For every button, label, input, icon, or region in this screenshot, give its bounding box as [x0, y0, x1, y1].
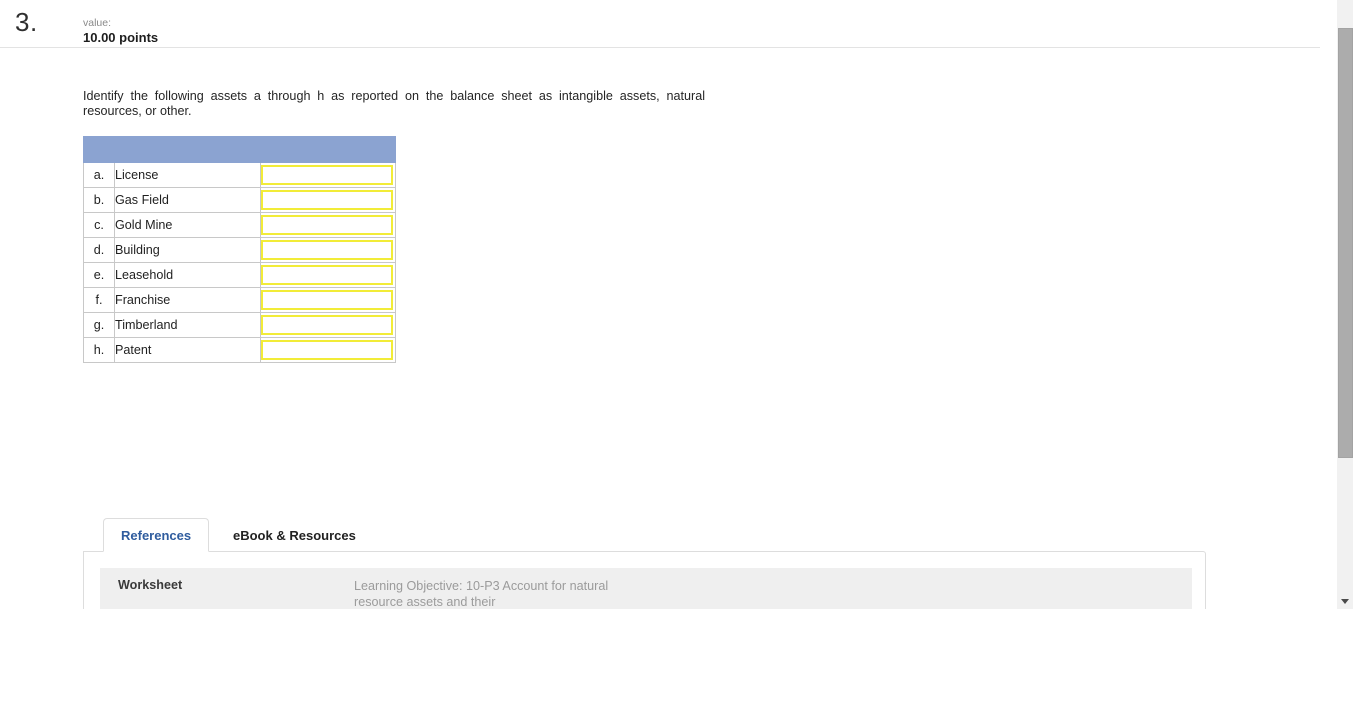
tab-references[interactable]: References — [103, 518, 210, 552]
row-answer-cell — [260, 312, 396, 338]
header-cell-answer — [260, 136, 396, 163]
table-row: e. Leasehold — [83, 262, 396, 288]
row-asset-name: Patent — [114, 337, 261, 363]
row-answer-cell — [260, 187, 396, 213]
answer-input-f[interactable] — [261, 290, 393, 310]
table-row: h. Patent — [83, 337, 396, 363]
question-number: 3. — [15, 7, 38, 37]
row-answer-cell — [260, 237, 396, 263]
answer-input-g[interactable] — [261, 315, 393, 335]
table-row: b. Gas Field — [83, 187, 396, 213]
page-right-edge — [1353, 0, 1366, 609]
row-answer-cell — [260, 262, 396, 288]
scrollable-viewport: 3. value: 10.00 points Identify the foll… — [0, 0, 1336, 609]
vertical-scrollbar[interactable] — [1336, 0, 1354, 609]
table-header-row — [83, 136, 396, 163]
table-row: d. Building — [83, 237, 396, 263]
chevron-down-icon — [1341, 599, 1349, 604]
answer-input-c[interactable] — [261, 215, 393, 235]
answer-input-d[interactable] — [261, 240, 393, 260]
answer-input-a[interactable] — [261, 165, 393, 185]
row-asset-name: Gas Field — [114, 187, 261, 213]
row-letter: d. — [83, 237, 115, 263]
question-prompt: Identify the following assets a through … — [83, 89, 705, 118]
tab-bar: References eBook & Resources — [103, 518, 1206, 552]
question-page: 3. value: 10.00 points Identify the foll… — [0, 0, 1366, 728]
row-letter: a. — [83, 162, 115, 188]
row-letter: e. — [83, 262, 115, 288]
row-asset-name: License — [114, 162, 261, 188]
row-letter: h. — [83, 337, 115, 363]
row-asset-name: Leasehold — [114, 262, 261, 288]
header-cell-letter — [83, 136, 115, 163]
worksheet-learning-objective: Learning Objective: 10-P3 Account for na… — [354, 579, 609, 609]
tab-ebook-and-resources[interactable]: eBook & Resources — [215, 518, 374, 552]
answer-table: a. License b. Gas Field c. Gold Mine d. … — [83, 136, 396, 363]
scroll-down-button[interactable] — [1337, 592, 1354, 609]
row-letter: f. — [83, 287, 115, 313]
answer-input-b[interactable] — [261, 190, 393, 210]
answer-input-h[interactable] — [261, 340, 393, 360]
row-asset-name: Franchise — [114, 287, 261, 313]
table-row: c. Gold Mine — [83, 212, 396, 238]
worksheet-label: Worksheet — [118, 578, 183, 592]
answer-table-body: a. License b. Gas Field c. Gold Mine d. … — [83, 136, 396, 363]
row-letter: g. — [83, 312, 115, 338]
row-letter: c. — [83, 212, 115, 238]
row-asset-name: Gold Mine — [114, 212, 261, 238]
points-value: 10.00 points — [83, 30, 159, 45]
row-asset-name: Building — [114, 237, 261, 263]
row-asset-name: Timberland — [114, 312, 261, 338]
worksheet-row[interactable]: Worksheet Learning Objective: 10-P3 Acco… — [100, 568, 1192, 609]
value-label: value: — [83, 17, 112, 29]
table-row: g. Timberland — [83, 312, 396, 338]
scrollbar-thumb[interactable] — [1338, 28, 1353, 458]
table-row: f. Franchise — [83, 287, 396, 313]
row-answer-cell — [260, 287, 396, 313]
row-answer-cell — [260, 162, 396, 188]
row-answer-cell — [260, 337, 396, 363]
row-answer-cell — [260, 212, 396, 238]
table-row: a. License — [83, 162, 396, 188]
header-cell-asset — [114, 136, 261, 163]
question-header: 3. value: 10.00 points — [0, 0, 1320, 48]
row-letter: b. — [83, 187, 115, 213]
answer-input-e[interactable] — [261, 265, 393, 285]
